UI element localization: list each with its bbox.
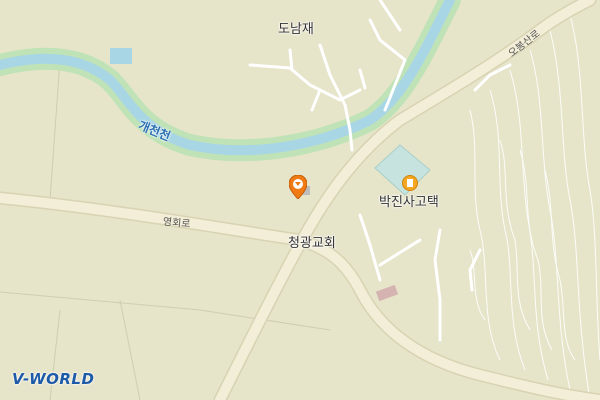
vworld-logo: V-WORLD — [12, 370, 95, 388]
place-label-donamjae: 도남재 — [278, 22, 314, 37]
map-canvas[interactable]: 도남재 개천천 박진사고택 청광교회 영회로 오봉산로 V-WORLD — [0, 0, 600, 400]
location-pin-icon[interactable] — [289, 175, 307, 199]
contour-lines — [469, 14, 600, 400]
poi-label-school: 박진사고택 — [379, 195, 439, 210]
poi-label-church: 청광교회 — [288, 236, 336, 251]
poi-school-icon[interactable] — [402, 175, 418, 191]
road-label-yeonghoe: 영회로 — [162, 216, 191, 231]
field-lines — [0, 59, 331, 400]
map-base-layer — [0, 0, 600, 400]
